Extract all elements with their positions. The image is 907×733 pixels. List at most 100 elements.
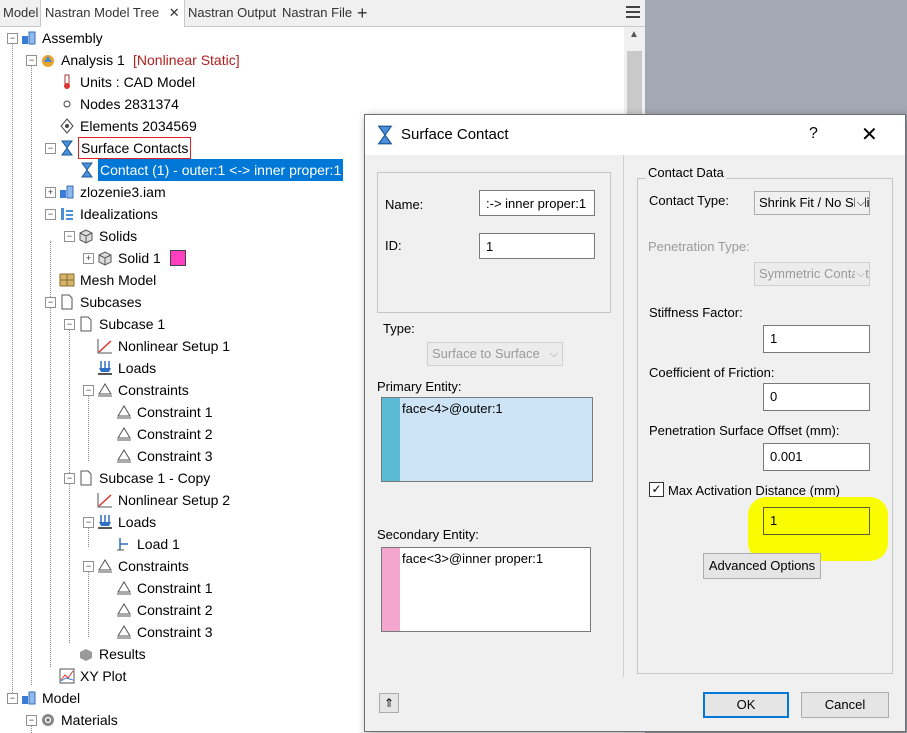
collapse-icon[interactable]: − [64, 231, 75, 242]
collapse-icon[interactable]: − [26, 55, 37, 66]
expand-icon[interactable]: + [45, 187, 56, 198]
close-icon[interactable]: ✕ [169, 5, 180, 20]
collapse-panel-button[interactable]: ⇑ [379, 693, 399, 713]
friction-field[interactable]: 0 [763, 383, 870, 411]
contact-type-label: Contact Type: [649, 193, 729, 208]
xy-plot-icon [59, 668, 75, 684]
tree-label: Constraint 2 [137, 602, 213, 618]
tree-label: Loads [118, 514, 157, 530]
offset-label: Penetration Surface Offset (mm): [649, 423, 840, 438]
ok-button[interactable]: OK [703, 692, 789, 718]
constraint-icon [117, 405, 131, 419]
add-tab-icon[interactable]: + [357, 0, 368, 26]
tree-label: Constraint 1 [137, 404, 213, 420]
penetration-type-value: Symmetric Contact [759, 266, 869, 281]
tree-label: Mesh Model [80, 272, 157, 288]
collapse-icon[interactable]: − [26, 715, 37, 726]
collapse-icon[interactable]: − [7, 693, 18, 704]
collapse-icon[interactable]: − [83, 561, 94, 572]
tree-label: Elements 2034569 [80, 118, 197, 134]
collapse-icon[interactable]: − [7, 33, 18, 44]
primary-color-strip [382, 398, 400, 481]
tree-label: Constraint 1 [137, 580, 213, 596]
document-icon [80, 470, 92, 486]
results-icon [80, 649, 92, 661]
tree-label: Subcase 1 [99, 316, 166, 332]
constraint-icon [98, 383, 112, 397]
help-button[interactable]: ? [809, 125, 818, 143]
tree-label: Materials [61, 712, 118, 728]
collapse-icon[interactable]: − [64, 319, 75, 330]
tree-label: Loads [118, 360, 157, 376]
friction-label: Coefficient of Friction: [649, 365, 775, 380]
tree-label: Constraints [118, 382, 189, 398]
scroll-up-icon[interactable]: ▲ [629, 29, 639, 40]
tree-label: Contact (1) - outer:1 <-> inner proper:1 [98, 159, 344, 181]
tree-item-assembly[interactable]: − Assembly [0, 27, 400, 49]
tree-label: Load 1 [137, 536, 180, 552]
cancel-button[interactable]: Cancel [801, 692, 889, 718]
load-icon [98, 361, 112, 375]
constraint-icon [117, 449, 131, 463]
collapse-icon[interactable]: − [64, 473, 75, 484]
collapse-icon[interactable]: − [45, 143, 56, 154]
tab-nastran-output[interactable]: Nastran Output [188, 0, 276, 26]
tree-label: Subcases [80, 294, 142, 310]
tree-label: Assembly [42, 30, 103, 46]
contact-type-value: Shrink Fit / No Sliding [759, 195, 869, 210]
secondary-entity-list[interactable]: face<3>@inner proper:1 [381, 547, 591, 632]
id-field[interactable]: 1 [479, 233, 595, 259]
max-activation-checkbox[interactable]: ✓ [649, 482, 664, 497]
stiffness-factor-label: Stiffness Factor: [649, 305, 743, 320]
name-label: Name: [385, 197, 424, 212]
tree-label: Nonlinear Setup 2 [118, 492, 231, 508]
document-icon [80, 316, 92, 332]
expand-icon[interactable]: + [83, 253, 94, 264]
advanced-options-button[interactable]: Advanced Options [703, 553, 821, 579]
surface-contact-dialog: Surface Contact ? ✕ Name: :-> inner prop… [364, 114, 906, 732]
load-icon [98, 515, 112, 529]
tree-label: Nonlinear Setup 1 [118, 338, 231, 354]
tree-label: Nodes 2831374 [80, 96, 179, 112]
tab-nastran-file[interactable]: Nastran File [282, 0, 352, 26]
panel-divider [623, 155, 624, 677]
tab-model[interactable]: Model [3, 0, 38, 26]
tree-item-analysis[interactable]: − Analysis 1 [Nonlinear Static] [0, 49, 400, 71]
contact-data-label: Contact Data [646, 165, 726, 180]
collapse-icon[interactable]: − [45, 297, 56, 308]
name-field[interactable]: :-> inner proper:1 [479, 190, 595, 216]
dialog-titlebar[interactable]: Surface Contact ? ✕ [365, 115, 905, 155]
max-activation-label: Max Activation Distance (mm) [668, 483, 840, 498]
tree-label: Constraint 3 [137, 624, 213, 640]
force-icon [117, 538, 128, 551]
tree-label: Results [99, 646, 146, 662]
collapse-icon[interactable]: − [83, 385, 94, 396]
hourglass-icon [377, 125, 393, 145]
tab-nastran-model-tree[interactable]: Nastran Model Tree ✕ [40, 0, 185, 27]
collapse-icon[interactable]: − [45, 209, 56, 220]
assembly-icon [22, 31, 36, 45]
hourglass-icon [61, 140, 73, 156]
tab-label: Nastran Model Tree [45, 5, 160, 20]
secondary-color-strip [382, 548, 400, 631]
tree-label: Solid 1 [118, 250, 161, 266]
idealization-icon [61, 208, 73, 220]
elements-icon [60, 118, 74, 134]
thermometer-icon [64, 74, 70, 89]
hamburger-menu-icon[interactable] [626, 6, 640, 20]
tree-label: Solids [99, 228, 138, 244]
max-activation-field[interactable]: 1 [763, 507, 870, 535]
collapse-icon[interactable]: − [83, 517, 94, 528]
tab-strip: Model Nastran Model Tree ✕ Nastran Outpu… [0, 0, 645, 27]
type-select: Surface to Surface ⌵ [427, 342, 563, 366]
close-button[interactable]: ✕ [861, 122, 878, 147]
offset-field[interactable]: 0.001 [763, 443, 870, 471]
stiffness-factor-field[interactable]: 1 [763, 325, 870, 353]
constraint-icon [117, 581, 131, 595]
materials-icon [42, 714, 54, 726]
solid-icon [98, 251, 112, 266]
contact-type-select[interactable]: Shrink Fit / No Sliding ⌵ [754, 191, 870, 215]
tree-label: Surface Contacts [78, 137, 192, 159]
primary-entity-list[interactable]: face<4>@outer:1 [381, 397, 593, 482]
primary-entity-label: Primary Entity: [377, 379, 462, 394]
